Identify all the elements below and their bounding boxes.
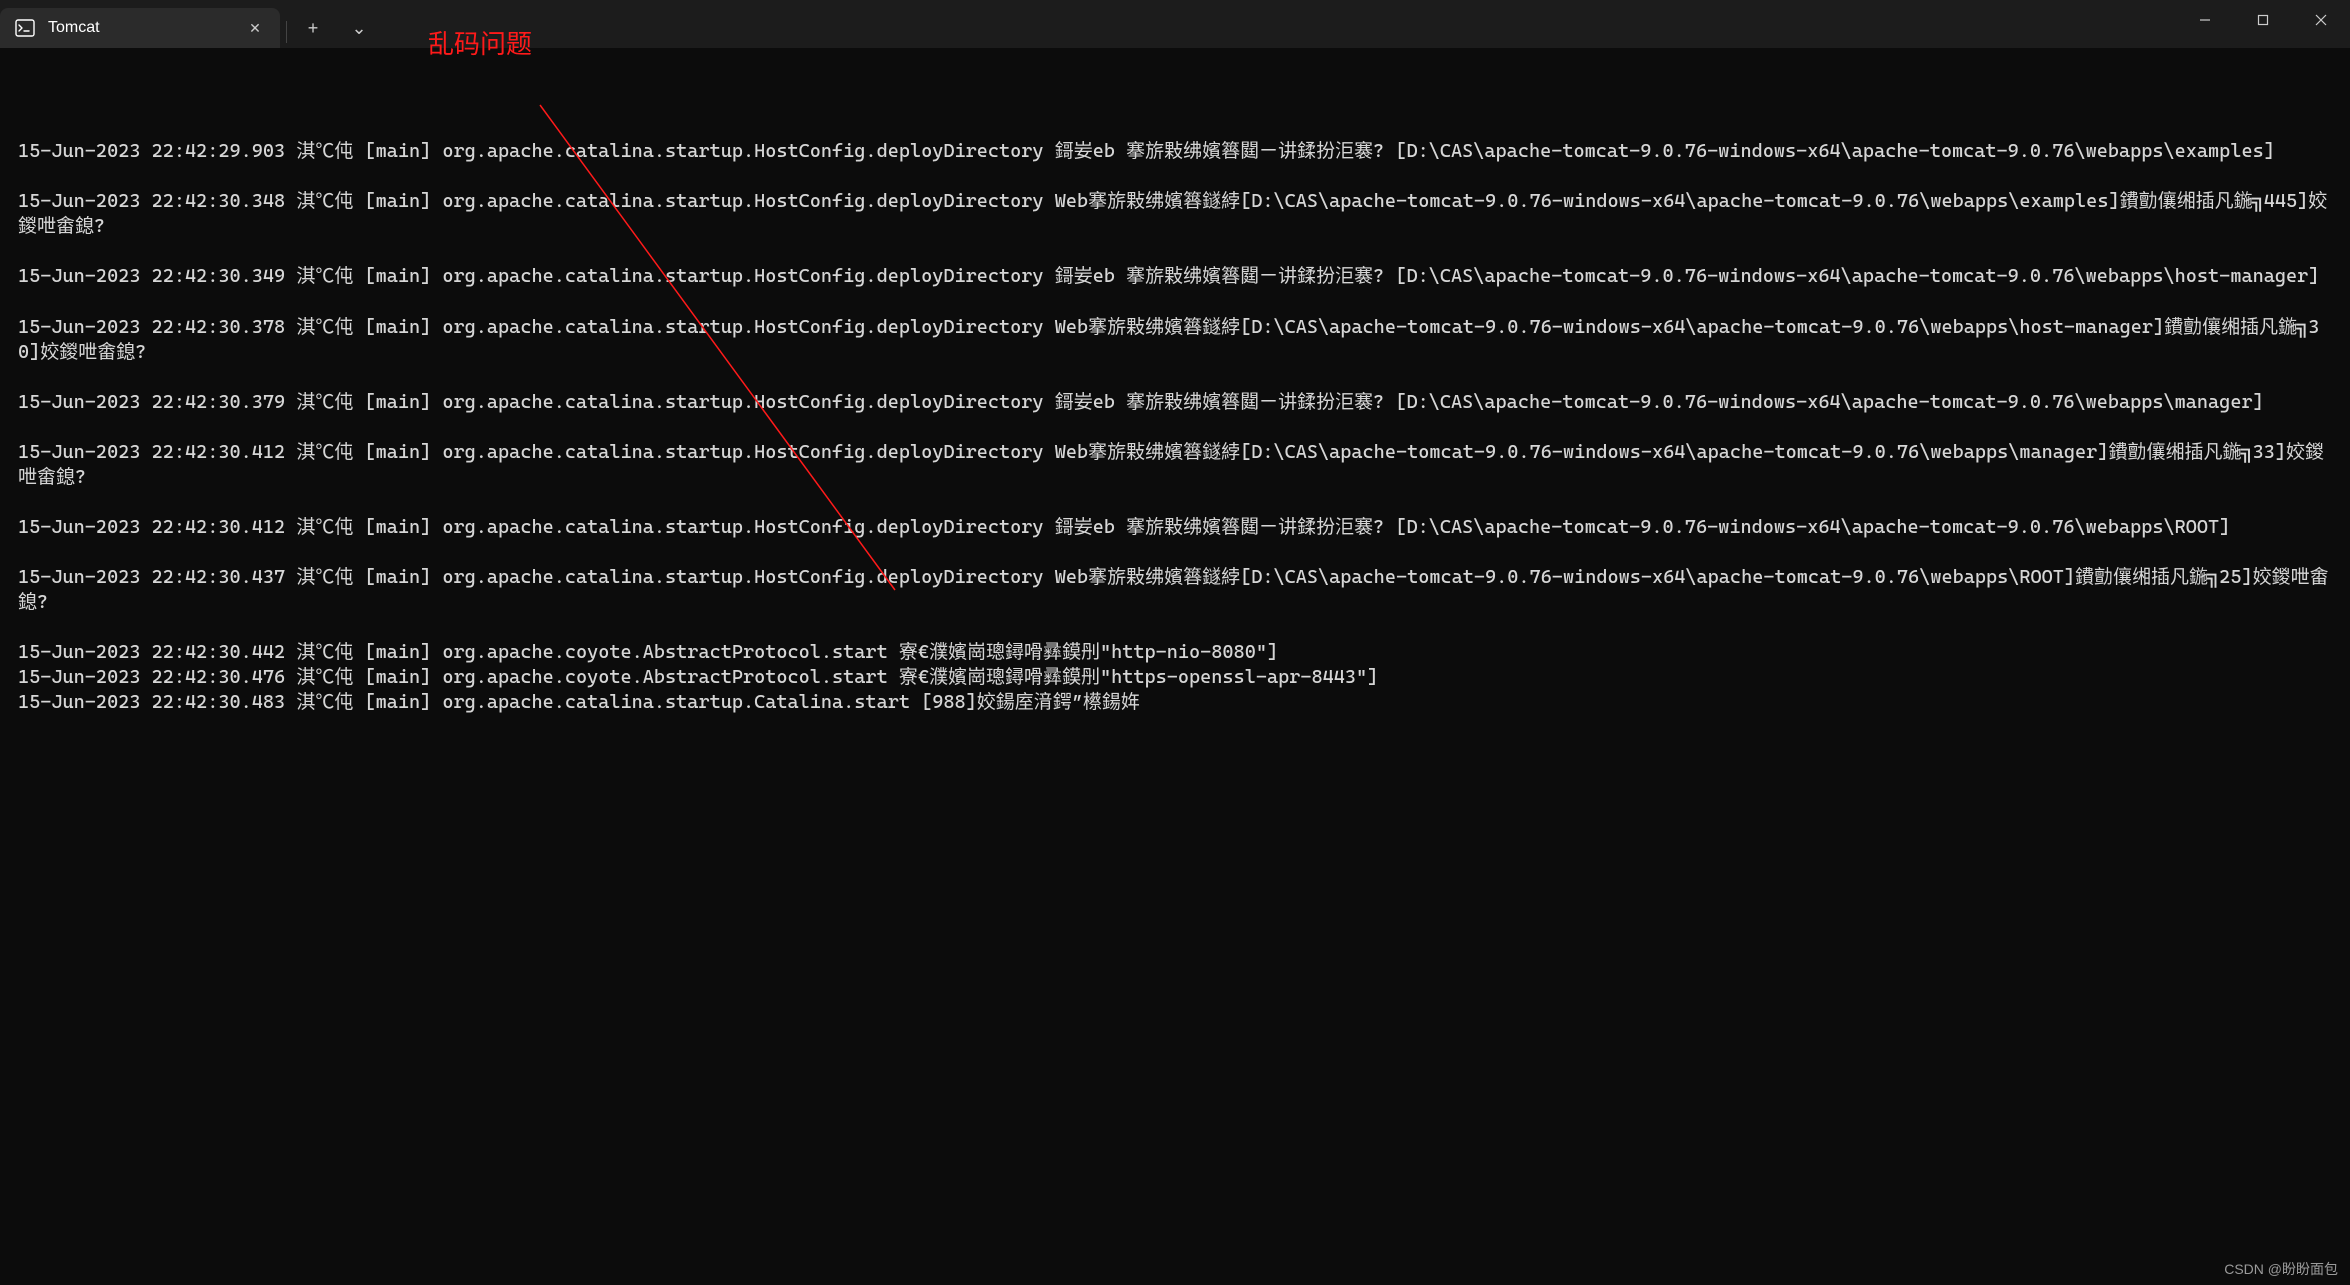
terminal-icon [14,17,36,39]
tab-tomcat[interactable]: Tomcat ✕ [0,8,280,48]
log-line: 15-Jun-2023 22:42:30.378 淇℃伅 [main] org.… [18,315,2332,365]
watermark: CSDN @盼盼面包 [2224,1259,2338,1279]
log-line: 15-Jun-2023 22:42:30.437 淇℃伅 [main] org.… [18,565,2332,615]
window-close-button[interactable] [2292,0,2350,40]
tab-dropdown-button[interactable]: ⌄ [339,8,379,48]
log-line: 15-Jun-2023 22:42:30.412 淇℃伅 [main] org.… [18,440,2332,490]
log-line: 15-Jun-2023 22:42:30.348 淇℃伅 [main] org.… [18,189,2332,239]
tab-strip: Tomcat ✕ [0,0,280,48]
log-line: 15-Jun-2023 22:42:30.349 淇℃伅 [main] org.… [18,264,2332,289]
terminal-window: Tomcat ✕ + ⌄ 15-Jun-2023 22:42:29.903 淇℃… [0,0,2350,1285]
log-line: 15-Jun-2023 22:42:30.379 淇℃伅 [main] org.… [18,390,2332,415]
window-controls [2176,0,2350,48]
log-line: 15-Jun-2023 22:42:30.442 淇℃伅 [main] org.… [18,640,2332,665]
new-tab-button[interactable]: + [293,8,333,48]
tab-close-button[interactable]: ✕ [244,17,266,39]
maximize-button[interactable] [2234,0,2292,40]
log-line: 15-Jun-2023 22:42:30.412 淇℃伅 [main] org.… [18,515,2332,540]
titlebar: Tomcat ✕ + ⌄ [0,0,2350,48]
log-line: 15-Jun-2023 22:42:30.483 淇℃伅 [main] org.… [18,690,2332,715]
divider [286,21,287,43]
tab-label: Tomcat [48,19,232,37]
log-line: 15-Jun-2023 22:42:30.476 淇℃伅 [main] org.… [18,665,2332,690]
terminal-body[interactable]: 15-Jun-2023 22:42:29.903 淇℃伅 [main] org.… [0,48,2350,1285]
log-line: 15-Jun-2023 22:42:29.903 淇℃伅 [main] org.… [18,139,2332,164]
tab-actions: + ⌄ [286,0,379,48]
titlebar-drag-region[interactable] [379,0,2176,48]
minimize-button[interactable] [2176,0,2234,40]
